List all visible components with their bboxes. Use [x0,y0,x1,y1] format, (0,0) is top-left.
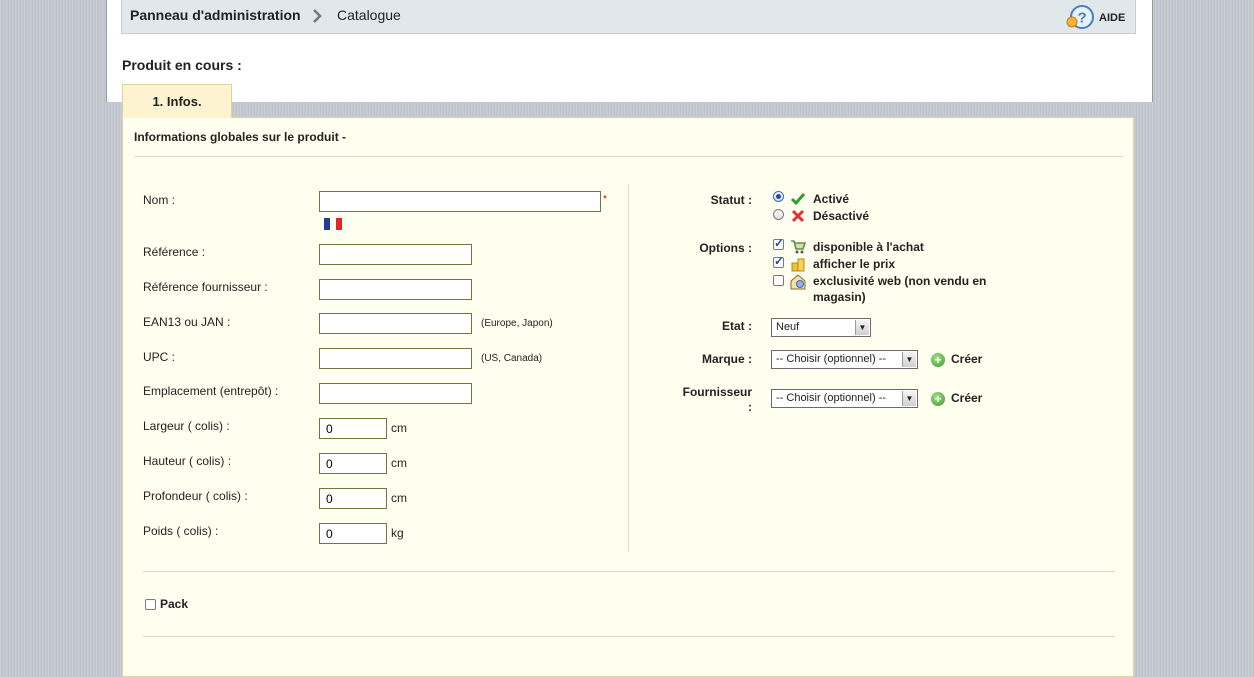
breadcrumb: Panneau d'administration Catalogue ? AID… [121,0,1136,34]
brand-label: Marque : [701,352,752,366]
supplier-reference-label: Référence fournisseur : [143,280,268,294]
height-input[interactable] [319,453,387,474]
product-form: Informations globales sur le produit - N… [122,117,1134,677]
ean13-input[interactable] [319,313,472,334]
depth-label: Profondeur ( colis) : [143,489,248,503]
reference-input[interactable] [319,244,472,265]
depth-unit: cm [391,491,407,505]
options-label: Options : [699,241,752,255]
width-input[interactable] [319,418,387,439]
upc-input[interactable] [319,348,472,369]
french-flag-icon[interactable] [324,218,342,230]
show-price-label: afficher le prix [813,257,896,271]
create-supplier-link[interactable]: Créer [951,391,982,405]
online-only-label-line2: magasin) [813,290,866,304]
height-unit: cm [391,456,407,470]
supplier-reference-input[interactable] [319,279,472,300]
add-supplier-icon[interactable]: + [931,392,945,406]
divider [143,636,1115,637]
dropdown-arrow-icon: ▼ [855,320,869,335]
section-title: Informations globales sur le produit - [134,130,347,144]
divider [143,571,1115,572]
cart-icon [791,240,806,254]
brand-select-value: -- Choisir (optionnel) -- [776,353,887,365]
supplier-select-value: -- Choisir (optionnel) -- [776,392,887,404]
supplier-label-line1: Fournisseur [682,385,752,399]
weight-input[interactable] [319,523,387,544]
weight-label: Poids ( colis) : [143,524,219,538]
online-only-checkbox[interactable] [773,275,784,286]
add-brand-icon[interactable]: + [931,353,945,367]
height-label: Hauteur ( colis) : [143,454,232,468]
status-active-radio[interactable] [773,191,784,202]
breadcrumb-admin-link[interactable]: Panneau d'administration [130,7,301,23]
width-label: Largeur ( colis) : [143,419,230,433]
name-input[interactable] [319,191,601,212]
tab-infos[interactable]: 1. Infos. [122,84,232,118]
upc-label: UPC : [143,350,176,364]
show-price-checkbox[interactable] [773,254,784,268]
cross-icon [791,209,805,223]
help-icon[interactable]: ? [1065,4,1095,30]
reference-label: Référence : [143,245,206,259]
brand-select[interactable]: -- Choisir (optionnel) -- ▼ [771,350,918,369]
weight-unit: kg [391,526,404,540]
condition-select[interactable]: Neuf ▼ [771,318,871,337]
check-icon [790,193,806,206]
create-brand-link[interactable]: Créer [951,352,982,366]
svg-text:?: ? [1078,10,1087,27]
status-inactive-radio[interactable] [773,209,784,220]
available-for-order-checkbox[interactable] [773,236,784,250]
breadcrumb-catalog: Catalogue [337,7,401,23]
pack-label: Pack [160,597,189,611]
column-divider [628,184,629,552]
current-product-label: Produit en cours : [122,57,242,73]
help-label[interactable]: AIDE [1099,12,1125,24]
condition-select-value: Neuf [776,321,800,333]
chevron-right-icon [313,9,322,23]
available-for-order-label: disponible à l'achat [813,240,924,254]
width-unit: cm [391,421,407,435]
pack-checkbox[interactable] [145,599,156,610]
divider [134,156,1123,157]
depth-input[interactable] [319,488,387,509]
location-label: Emplacement (entrepôt) : [143,384,279,398]
dropdown-arrow-icon: ▼ [902,352,916,367]
status-label: Statut : [710,193,752,207]
supplier-select[interactable]: -- Choisir (optionnel) -- ▼ [771,389,918,408]
web-store-icon [790,274,806,290]
ean13-label: EAN13 ou JAN : [143,315,231,329]
condition-label: Etat : [722,319,752,333]
status-inactive-label: Désactivé [813,209,870,223]
status-active-label: Activé [813,192,850,206]
online-only-label-line1: exclusivité web (non vendu en [813,274,987,288]
dropdown-arrow-icon: ▼ [902,391,916,406]
ean13-hint: (Europe, Japon) [481,318,553,329]
location-input[interactable] [319,383,472,404]
upc-hint: (US, Canada) [481,353,543,364]
supplier-label-line2: : [748,400,752,414]
name-label: Nom : [143,193,176,207]
coins-icon [791,258,805,272]
required-mark: * [603,194,607,205]
